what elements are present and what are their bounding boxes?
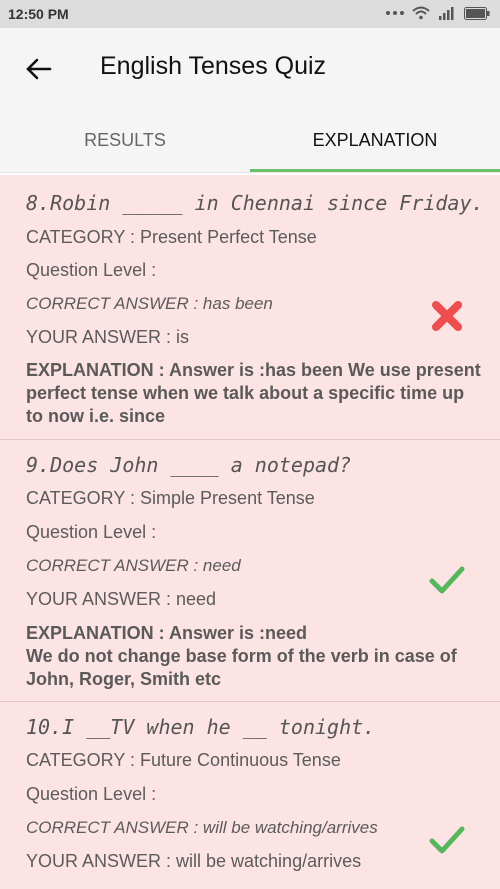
correct-answer: CORRECT ANSWER : has been bbox=[26, 294, 273, 313]
status-icons bbox=[386, 6, 490, 20]
your-answer: YOUR ANSWER : is bbox=[26, 327, 190, 347]
category-text: CATEGORY : Future Continuous Tense bbox=[26, 750, 341, 770]
check-icon bbox=[428, 821, 466, 859]
signal-icon bbox=[438, 6, 456, 20]
question-card: 10.I __TV when he __ tonight. CATEGORY :… bbox=[0, 701, 500, 889]
question-level: Question Level : bbox=[26, 260, 157, 280]
status-bar: 12:50 PM bbox=[0, 0, 500, 28]
correct-answer: CORRECT ANSWER : will be watching/arrive… bbox=[26, 818, 378, 837]
explanation-text: EXPLANATION : Answer is :has been We use… bbox=[26, 360, 481, 426]
wifi-icon bbox=[412, 6, 430, 20]
explanation-text: EXPLANATION : Answer is :need We do not … bbox=[26, 622, 481, 691]
page-title: English Tenses Quiz bbox=[100, 52, 327, 80]
tab-bar: RESULTS EXPLANATION bbox=[0, 108, 500, 173]
check-icon bbox=[428, 561, 466, 599]
question-level: Question Level : bbox=[26, 522, 157, 542]
more-dots-icon bbox=[386, 11, 404, 15]
back-button[interactable] bbox=[22, 52, 56, 86]
category-text: CATEGORY : Simple Present Tense bbox=[26, 488, 315, 508]
correct-answer: CORRECT ANSWER : need bbox=[26, 556, 241, 575]
explanation-detail: We do not change base form of the verb i… bbox=[26, 646, 457, 689]
explanation-list[interactable]: 8.Robin _____ in Chennai since Friday. C… bbox=[0, 175, 500, 889]
your-answer: YOUR ANSWER : will be watching/arrives bbox=[26, 851, 362, 871]
battery-icon bbox=[464, 6, 490, 20]
tab-explanation[interactable]: EXPLANATION bbox=[250, 108, 500, 172]
your-answer: YOUR ANSWER : need bbox=[26, 589, 217, 609]
arrow-left-icon bbox=[26, 58, 52, 80]
question-level: Question Level : bbox=[26, 784, 157, 804]
cross-icon bbox=[428, 297, 466, 335]
category-text: CATEGORY : Present Perfect Tense bbox=[26, 227, 317, 247]
explanation-heading: EXPLANATION : Answer is :need bbox=[26, 623, 308, 643]
question-card: 9.Does John ____ a notepad? CATEGORY : S… bbox=[0, 439, 500, 702]
question-text: 10.I __TV when he __ tonight. bbox=[26, 715, 376, 739]
question-text: 8.Robin _____ in Chennai since Friday. bbox=[26, 191, 484, 215]
question-card: 8.Robin _____ in Chennai since Friday. C… bbox=[0, 175, 500, 440]
app-bar: English Tenses Quiz bbox=[0, 28, 500, 108]
question-text: 9.Does John ____ a notepad? bbox=[26, 453, 352, 477]
tab-results[interactable]: RESULTS bbox=[0, 108, 250, 172]
tab-indicator bbox=[250, 169, 500, 172]
status-time: 12:50 PM bbox=[8, 6, 69, 22]
